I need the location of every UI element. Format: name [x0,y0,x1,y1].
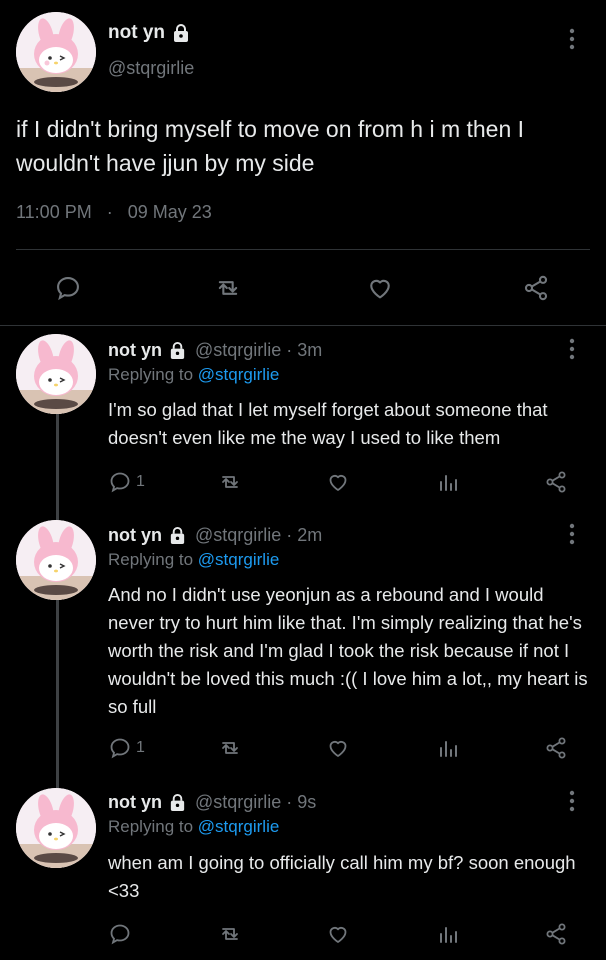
speech-bubble-icon [110,472,130,493]
speech-bubble-icon [57,277,79,301]
like-button[interactable] [326,922,350,946]
bar-chart-icon [440,741,457,757]
heart-icon [370,279,390,299]
share-button[interactable] [522,274,550,302]
thread-line [56,600,59,788]
tweet-date: 09 May 23 [127,202,212,222]
like-button[interactable] [366,274,394,302]
my-melody-avatar [16,334,96,414]
display-name[interactable]: not yn [108,525,162,546]
tweet-text: if I didn't bring myself to move on from… [16,116,525,176]
bar-chart-icon [440,475,457,491]
reply-count: 1 [136,473,145,490]
tweet-text: I'm so glad that I let myself forget abo… [108,399,548,448]
divider [0,325,606,326]
avatar[interactable] [16,788,96,868]
analytics-button[interactable] [436,922,460,946]
share-icon [524,275,548,301]
share-icon [546,737,566,759]
replying-to-label: Replying to [108,817,194,836]
share-button[interactable] [544,470,568,494]
like-button[interactable] [326,736,350,760]
divider [16,249,590,250]
reply-count: 1 [136,739,145,756]
display-name[interactable]: not yn [108,792,162,813]
lock-icon [168,793,187,812]
retweet-icon [222,742,238,754]
more-vertical-icon[interactable] [566,338,578,360]
display-name[interactable]: not yn [108,22,165,44]
retweet-icon [222,476,238,488]
replying-to-handle[interactable]: @stqrgirlie [198,365,280,384]
retweet-button[interactable] [218,922,242,946]
tweet-time: 11:00 PM [16,202,92,222]
speech-bubble-icon [110,924,130,945]
my-melody-avatar [16,12,96,92]
retweet-button[interactable] [214,274,242,302]
user-handle[interactable]: @stqrgirlie [195,340,281,361]
avatar[interactable] [16,520,96,600]
user-handle[interactable]: @stqrgirlie [108,58,194,79]
display-name[interactable]: not yn [108,340,162,361]
reply-button[interactable] [54,274,82,302]
lock-icon [168,526,187,545]
user-handle[interactable]: @stqrgirlie [195,525,281,546]
retweet-icon [218,281,238,295]
tweet-age: · 3m [286,340,323,360]
retweet-icon [222,928,238,940]
retweet-button[interactable] [218,470,242,494]
reply-button[interactable]: 1 [108,470,145,494]
speech-bubble-icon [110,738,130,759]
tweet-text: And no I didn't use yeonjun as a rebound… [108,584,588,717]
share-button[interactable] [544,736,568,760]
lock-icon [168,341,187,360]
more-vertical-icon[interactable] [566,28,578,50]
reply-button[interactable] [108,922,136,946]
my-melody-avatar [16,520,96,600]
meta-separator: · [106,202,113,222]
replying-to-handle[interactable]: @stqrgirlie [198,550,280,569]
reply-button[interactable]: 1 [108,736,145,760]
heart-icon [329,474,347,491]
replying-to-label: Replying to [108,365,194,384]
avatar[interactable] [16,334,96,414]
share-icon [546,471,566,493]
retweet-button[interactable] [218,736,242,760]
more-vertical-icon[interactable] [566,523,578,545]
avatar[interactable] [16,12,96,92]
analytics-button[interactable] [436,736,460,760]
lock-icon [171,23,191,43]
heart-icon [329,926,347,943]
like-button[interactable] [326,470,350,494]
thread-line [56,414,59,520]
tweet-age: · 2m [286,525,323,545]
more-vertical-icon[interactable] [566,790,578,812]
bar-chart-icon [440,927,457,943]
replying-to-label: Replying to [108,550,194,569]
user-handle[interactable]: @stqrgirlie [195,792,281,813]
replying-to-handle[interactable]: @stqrgirlie [198,817,280,836]
share-button[interactable] [544,922,568,946]
analytics-button[interactable] [436,470,460,494]
tweet-text: when am I going to officially call him m… [108,852,576,901]
heart-icon [329,740,347,757]
share-icon [546,923,566,945]
tweet-age: · 9s [286,792,317,812]
my-melody-avatar [16,788,96,868]
